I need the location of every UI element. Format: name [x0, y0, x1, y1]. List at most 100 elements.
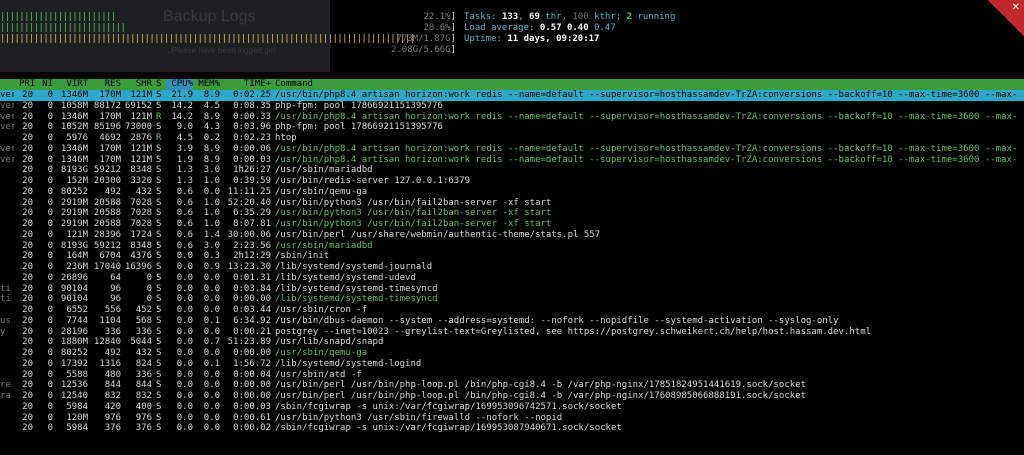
process-list: ver 20 0 1346M 170M 121M S 21.9 8.9 0:02.25/usr/b… [0, 90, 1024, 434]
process-time: 0:03.84 [233, 283, 271, 294]
process-command: /usr/bin/perl /usr/bin/php-loop.pl /bin/… [275, 391, 807, 401]
process-command: /usr/sbin/cron -f [275, 305, 368, 315]
process-time: 0:00.00 [233, 348, 271, 358]
process-row[interactable]: 20 0 26896 64 0 S 0.0 0.0 0:01.31/lib/systemd/sy… [0, 273, 1024, 284]
process-cpu: 0.0 [176, 358, 193, 369]
process-virt: 1346M [60, 90, 88, 100]
process-state: S [156, 208, 162, 219]
column-pri[interactable]: PRI [19, 79, 35, 90]
process-user: ver [0, 90, 14, 100]
close-icon: ✕ [1011, 2, 1020, 13]
process-row[interactable]: 20 0 8193G 59212 8348 S 1.3 3.0 1h26:27/usr/sbin… [0, 165, 1024, 176]
process-pri: 20 [22, 272, 33, 283]
process-row[interactable]: ver 20 0 1346M 170M 121M S 1.9 8.9 0:00.03/usr/bi… [0, 155, 1024, 166]
column-cpu[interactable]: CPU% [166, 79, 193, 90]
process-row[interactable]: ver 20 0 1346M 170M 121M S 3.9 8.9 0:00.06/usr/bi… [0, 144, 1024, 155]
process-row[interactable]: ti 20 0 90104 96 0 S 0.0 0.0 0:03.84/lib/systemd/… [0, 284, 1024, 295]
process-time: 51:23.89 [227, 337, 271, 348]
process-cpu: 0.0 [176, 326, 193, 337]
process-mem: 0.0 [203, 369, 220, 380]
process-ni: 0 [47, 229, 53, 240]
process-row[interactable]: ra 20 0 12540 832 832 S 0.0 0.0 0:00.00/usr/bin/p… [0, 391, 1024, 402]
process-row[interactable]: 20 0 8193G 59212 8348 S 0.6 3.0 2:23.56/usr/sbin… [0, 241, 1024, 252]
process-row[interactable]: 20 0 1880M 12840 5044 S 0.0 0.7 51:23.89/usr/lib… [0, 337, 1024, 348]
process-row[interactable]: 20 0 120M 976 976 S 0.0 0.0 0:00.61/usr/bin/pyth… [0, 413, 1024, 424]
column-state[interactable]: S [156, 79, 164, 90]
process-virt: 26896 [60, 272, 88, 283]
process-state: S [156, 423, 162, 434]
process-row[interactable]: 20 0 164M 6704 4376 S 0.0 0.3 2h12:29/sbin/init [0, 251, 1024, 262]
process-virt: 5984 [66, 401, 88, 412]
process-pri: 20 [22, 229, 33, 240]
process-ni: 0 [47, 391, 53, 401]
process-row[interactable]: re 20 0 12536 844 844 S 0.0 0.0 0:00.00/usr/bin/p… [0, 380, 1024, 391]
process-time: 0:39.59 [233, 176, 271, 186]
process-res: 844 [104, 380, 121, 391]
process-mem: 4.5 [203, 100, 220, 111]
process-command: /lib/systemd/systemd-timesyncd [275, 294, 438, 305]
column-time[interactable]: TIME+ [221, 79, 271, 90]
process-res: 556 [104, 305, 121, 315]
column-ni[interactable]: NI [39, 79, 53, 90]
process-pri: 20 [22, 294, 33, 305]
process-state: S [156, 251, 162, 262]
process-row[interactable]: 20 0 152M 20300 3320 S 1.3 1.0 0:39.59/usr/bin/r… [0, 176, 1024, 187]
process-command: /usr/lib/snapd/snapd [275, 337, 384, 348]
process-row[interactable]: 20 0 2919M 20588 7028 S 0.6 1.0 8:07.81/usr/bin/… [0, 219, 1024, 230]
process-row[interactable]: 20 0 5984 420 400 S 0.0 0.0 0:00.03/sbin/fcgiwra… [0, 402, 1024, 413]
process-res: 96 [110, 294, 121, 305]
process-cpu: 1.3 [176, 176, 193, 186]
process-res: 20588 [93, 197, 121, 208]
process-time: 0:00.03 [233, 154, 271, 165]
process-res: 170M [99, 143, 121, 154]
process-command: /usr/bin/php8.4 artisan horizon:work red… [275, 154, 1018, 165]
process-mem: 0.0 [203, 272, 220, 283]
process-row[interactable]: 20 0 17392 1316 824 S 0.0 0.1 1:56.72/lib/system… [0, 359, 1024, 370]
process-pri: 20 [22, 337, 33, 348]
process-time: 1h26:27 [233, 165, 271, 176]
process-state: S [156, 283, 162, 294]
close-button[interactable]: ✕ [988, 0, 1024, 36]
process-row[interactable]: y 20 0 28196 336 336 S 0.0 0.0 0:00.21 postgrey --… [0, 327, 1024, 338]
process-row[interactable]: 20 0 5976 4692 2876 R 4.5 0.2 0:02.23 htop [0, 133, 1024, 144]
process-mem: 8.9 [203, 90, 220, 100]
process-cpu: 14.2 [171, 100, 193, 111]
process-row[interactable]: 20 0 2919M 20588 7028 S 0.6 1.0 6:35.29/usr/bin/… [0, 208, 1024, 219]
load-label: Load average: [464, 23, 540, 33]
process-row[interactable]: 20 0 5588 480 336 S 0.0 0.0 0:00.04/usr/sbin/atd… [0, 370, 1024, 381]
column-command[interactable]: Command [275, 79, 313, 90]
process-res: 64 [110, 272, 121, 283]
column-res[interactable]: RES [88, 79, 121, 90]
process-command: /usr/bin/redis-server 127.0.0.1:6379 [275, 176, 471, 186]
process-row[interactable]: 20 0 5984 376 376 S 0.0 0.0 0:00.02/sbin/fcgiwra… [0, 423, 1024, 434]
process-cpu: 14.2 [171, 111, 193, 122]
process-cpu: 0.0 [176, 380, 193, 391]
process-shr: 7028 [130, 197, 152, 208]
process-mem: 0.0 [203, 423, 220, 434]
process-row[interactable]: 20 0 6552 556 452 S 0.0 0.0 0:03.44/usr/sbin/cro… [0, 305, 1024, 316]
process-row[interactable]: ver 20 0 1346M 170M 121M S 21.9 8.9 0:02.25/usr/b… [0, 90, 1024, 101]
process-row[interactable]: 20 0 236M 17040 16396 S 0.0 0.9 13:23.30/lib/sys… [0, 262, 1024, 273]
process-mem: 0.7 [203, 337, 220, 348]
process-row[interactable]: 20 0 121M 28396 1724 S 0.6 1.4 30:00.06/usr/bin/… [0, 230, 1024, 241]
column-virt[interactable]: VIRT [56, 79, 88, 90]
process-row[interactable]: ver 20 0 1346M 170M 121M R 14.2 8.9 0:00.33/usr/b… [0, 112, 1024, 123]
process-command: /usr/bin/python3 /usr/bin/fail2ban-serve… [275, 197, 552, 208]
column-shr[interactable]: SHR [121, 79, 152, 90]
process-row[interactable]: ver 20 0 1052M 85196 73000 S 9.0 4.3 0:03.96 php-f… [0, 122, 1024, 133]
system-stats: Tasks: 133, 69 thr, 100 kthr; 2 running … [464, 12, 675, 45]
process-res: 4692 [99, 133, 121, 143]
process-state: S [156, 326, 162, 337]
meters-panel: |||||||||||||||||||||||| 22.1%] ||||||||… [0, 12, 462, 56]
process-res: 1316 [99, 358, 121, 369]
process-row[interactable]: ver 20 0 1058M 88172 69152 S 14.2 4.5 0:08.35 php-… [0, 101, 1024, 112]
process-command: postgrey --inet=10023 --greylist-text=Gr… [275, 326, 872, 337]
process-row[interactable]: ti 20 0 90104 96 0 S 0.0 0.0 0:00.00/lib/systemd/… [0, 294, 1024, 305]
process-time: 0:00.00 [233, 380, 271, 391]
process-row[interactable]: us 20 0 7744 1104 568 S 0.0 0.1 6:34.92/usr/bin/d… [0, 316, 1024, 327]
process-row[interactable]: 20 0 2919M 20588 7028 S 0.6 1.0 52:20.40/usr/bin… [0, 198, 1024, 209]
process-shr: 336 [135, 369, 152, 380]
process-row[interactable]: 20 0 80252 492 432 S 0.6 0.0 11:11.25/usr/sbin/q… [0, 187, 1024, 198]
column-mem[interactable]: MEM% [195, 79, 220, 90]
process-row[interactable]: 20 0 80252 492 432 S 0.0 0.0 0:00.00/usr/sbin/qe… [0, 348, 1024, 359]
